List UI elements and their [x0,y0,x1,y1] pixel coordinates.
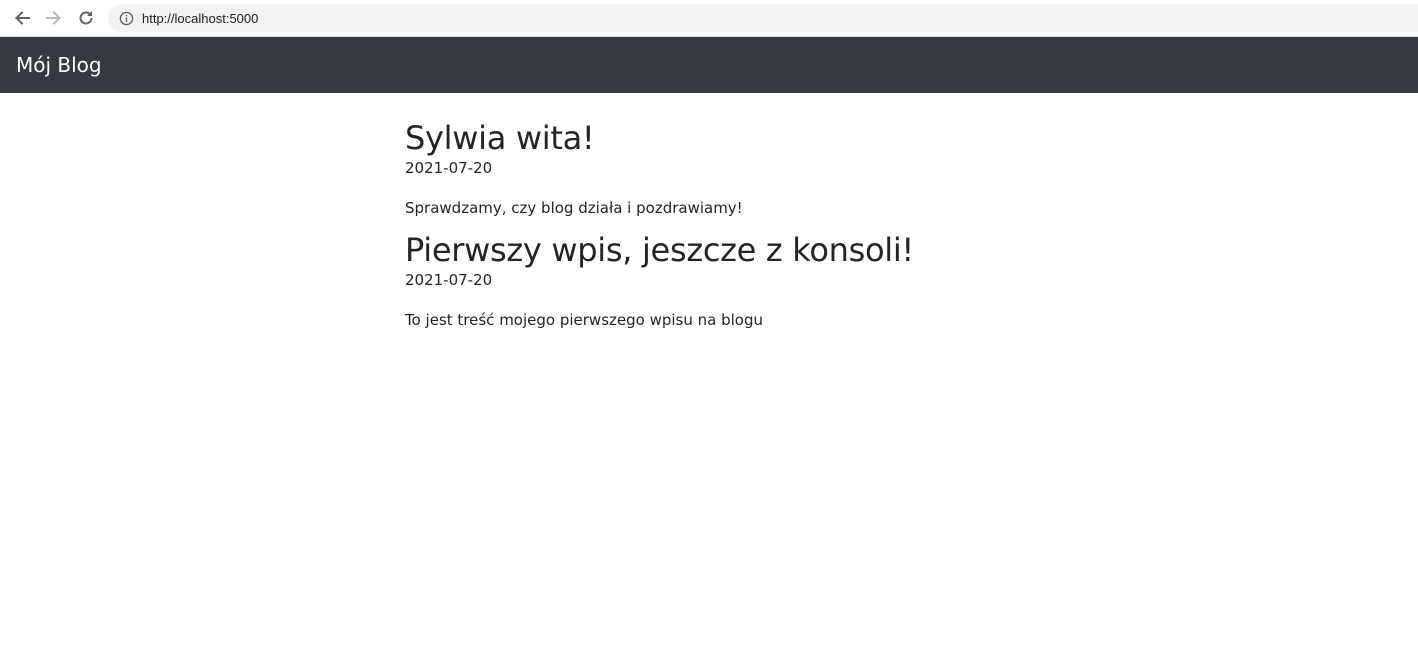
post-title: Sylwia wita! [405,119,595,157]
forward-button[interactable] [42,6,66,30]
post: Pierwszy wpis, jeszcze z konsoli! 2021-0… [405,230,1025,330]
navbar-brand-link[interactable]: Mój Blog [16,53,102,77]
post-date: 2021-07-20 [405,159,493,177]
address-bar[interactable]: http://localhost:5000 [108,4,1418,32]
site-navbar: Mój Blog [0,37,1418,93]
reload-icon [77,9,95,27]
arrow-right-icon [45,9,63,27]
post-body: Sprawdzamy, czy blog działa i pozdrawiam… [405,199,743,217]
arrow-left-icon [13,9,31,27]
post: Sylwia wita! 2021-07-20 Sprawdzamy, czy … [405,118,1025,218]
url-text[interactable]: http://localhost:5000 [142,11,258,26]
post-date: 2021-07-20 [405,271,493,289]
post-body: To jest treść mojego pierwszego wpisu na… [405,311,763,329]
back-button[interactable] [10,6,34,30]
post-title: Pierwszy wpis, jeszcze z konsoli! [405,231,914,269]
info-icon[interactable] [118,10,134,26]
reload-button[interactable] [74,6,98,30]
browser-toolbar: http://localhost:5000 [0,0,1418,37]
posts-container: Sylwia wita! 2021-07-20 Sprawdzamy, czy … [405,118,1025,330]
